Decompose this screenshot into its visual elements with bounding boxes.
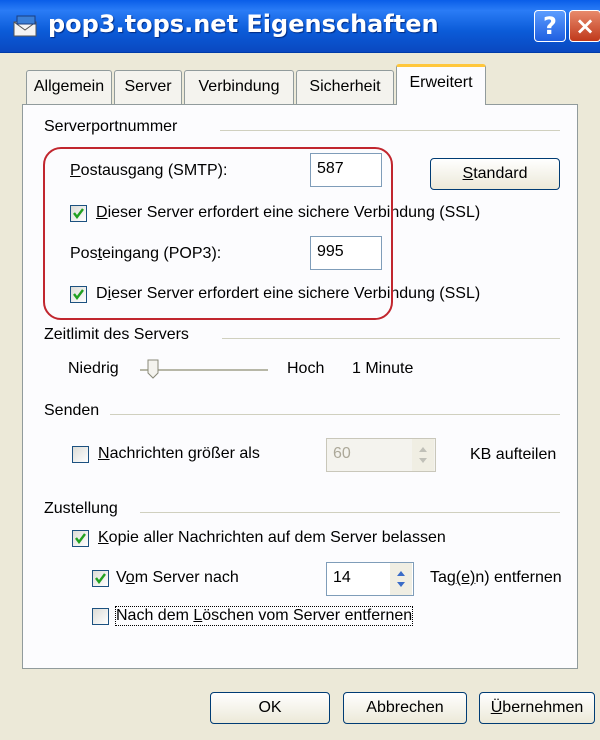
group-label-timeout: Zeitlimit des Servers [44, 326, 189, 343]
title-bar[interactable]: pop3.tops.net Eigenschaften ? × [0, 0, 600, 53]
timeout-low-label: Niedrig [68, 360, 119, 377]
timeout-value: 1 Minute [352, 360, 414, 377]
group-divider [110, 414, 560, 415]
properties-dialog: pop3.tops.net Eigenschaften ? × Allgemei… [0, 0, 600, 740]
smtp-ssl-label: Dieser Server erfordert eine sichere Ver… [96, 204, 481, 221]
group-label-send: Senden [44, 402, 100, 419]
checkmark-icon [75, 533, 86, 544]
apply-button[interactable]: Übernehmen [479, 692, 595, 724]
pop3-label: Posteingang (POP3): [70, 245, 222, 262]
split-messages-label: Nachrichten größer als [98, 445, 260, 462]
standard-button[interactable]: Standard [430, 158, 560, 190]
tab-server[interactable]: Server [114, 70, 182, 104]
remove-after-label: Vom Server nach [116, 569, 239, 586]
tab-verbindung[interactable]: Verbindung [184, 70, 294, 104]
pop3-port-input[interactable]: 995 [310, 236, 382, 270]
group-label-serverports: Serverportnummer [44, 118, 178, 135]
tab-allgemein[interactable]: Allgemein [26, 70, 112, 104]
days-label: Tag(e)n) entfernen [430, 569, 562, 586]
pop3-ssl-checkbox[interactable] [70, 286, 87, 303]
remove-deleted-label: Nach dem Löschen vom Server entfernen [114, 606, 414, 626]
group-divider [140, 512, 560, 513]
checkmark-icon [73, 289, 84, 300]
remove-deleted-checkbox[interactable] [92, 608, 109, 625]
spinner-arrows-icon [397, 571, 405, 587]
timeout-slider-thumb[interactable] [147, 359, 159, 379]
pop3-ssl-label: Dieser Server erfordert eine sichere Ver… [96, 285, 481, 302]
checkmark-icon [73, 208, 84, 219]
days-spinner[interactable] [390, 563, 412, 595]
group-label-delivery: Zustellung [44, 500, 118, 517]
remove-after-checkbox[interactable] [92, 570, 109, 587]
group-divider [222, 338, 560, 339]
split-size-spinner[interactable] [412, 439, 434, 471]
ok-button[interactable]: OK [210, 692, 330, 724]
group-divider [220, 130, 560, 131]
tab-erweitert[interactable]: Erweitert [396, 64, 486, 105]
help-button[interactable]: ? [534, 10, 566, 42]
close-button[interactable]: × [569, 10, 600, 42]
keep-copy-checkbox[interactable] [72, 530, 89, 547]
timeout-slider-track[interactable] [140, 369, 268, 371]
timeout-high-label: Hoch [287, 360, 325, 377]
split-unit-label: KB aufteilen [470, 446, 557, 463]
smtp-port-input[interactable]: 587 [310, 153, 382, 187]
keep-copy-label: Kopie aller Nachrichten auf dem Server b… [98, 529, 446, 546]
cancel-button[interactable]: Abbrechen [343, 692, 467, 724]
spinner-arrows-icon [419, 447, 427, 463]
split-messages-checkbox[interactable] [72, 446, 89, 463]
smtp-label: Postausgang (SMTP): [70, 162, 228, 179]
window-title: pop3.tops.net Eigenschaften [48, 10, 439, 38]
checkmark-icon [95, 573, 106, 584]
smtp-ssl-checkbox[interactable] [70, 205, 87, 222]
tab-sicherheit[interactable]: Sicherheit [296, 70, 394, 104]
mail-account-icon [13, 15, 37, 37]
